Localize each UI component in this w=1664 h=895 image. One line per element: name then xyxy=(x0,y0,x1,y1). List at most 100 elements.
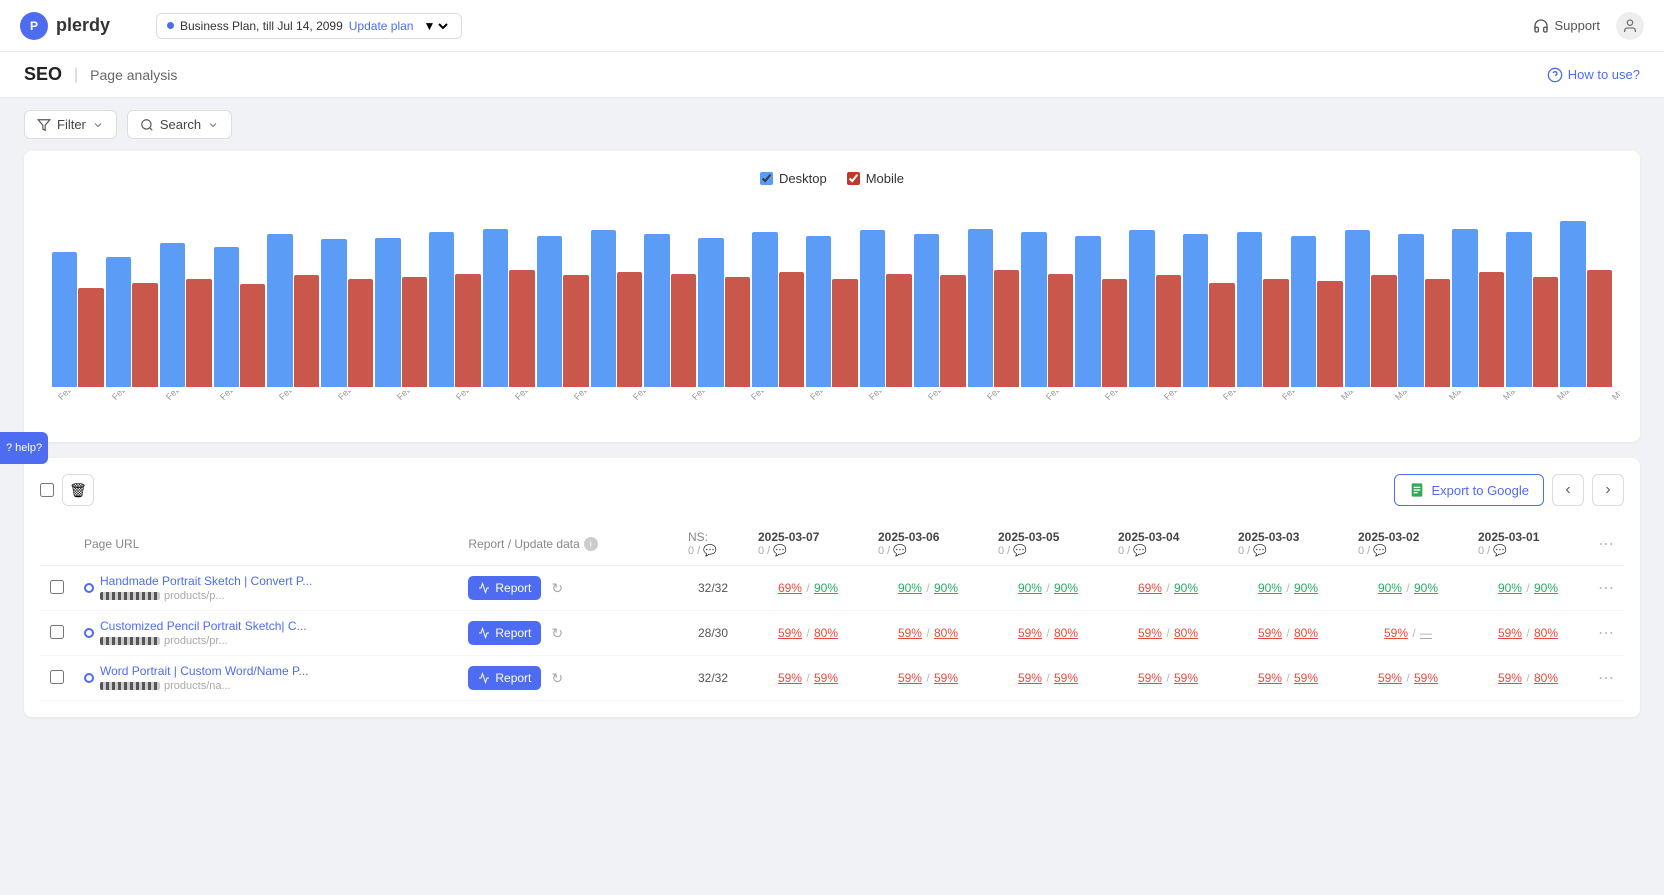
update-plan-link[interactable]: Update plan xyxy=(349,19,414,33)
mobile-score-2-3[interactable]: 59% xyxy=(1174,671,1198,685)
mobile-score-2-4[interactable]: 59% xyxy=(1294,671,1318,685)
th-date-1: 2025-03-06 0 / 💬 xyxy=(868,522,988,566)
bar-mobile-26 xyxy=(1479,272,1504,387)
more-options-icon[interactable]: ⋯ xyxy=(1598,536,1614,553)
mobile-score-0-5[interactable]: 90% xyxy=(1414,581,1438,595)
search-button[interactable]: Search xyxy=(127,110,232,139)
mobile-score-0-1[interactable]: 90% xyxy=(934,581,958,595)
slash-2-3: / xyxy=(1166,671,1173,685)
plan-select[interactable]: ▼ xyxy=(419,18,451,34)
desktop-score-0-4[interactable]: 90% xyxy=(1258,581,1282,595)
bar-group-21 xyxy=(1183,234,1235,387)
bar-desktop-13 xyxy=(752,232,777,387)
desktop-score-2-0[interactable]: 59% xyxy=(778,671,802,685)
row-checkbox-1[interactable] xyxy=(50,625,64,639)
desktop-score-2-2[interactable]: 59% xyxy=(1018,671,1042,685)
desktop-score-1-5[interactable]: 59% xyxy=(1384,626,1408,640)
help-button[interactable]: ? help? xyxy=(0,432,48,464)
select-all-checkbox[interactable] xyxy=(40,483,54,497)
mobile-score-2-6[interactable]: 80% xyxy=(1534,671,1558,685)
mobile-score-0-4[interactable]: 90% xyxy=(1294,581,1318,595)
row-more-2[interactable]: ⋯ xyxy=(1598,670,1614,687)
mobile-score-1-2[interactable]: 80% xyxy=(1054,626,1078,640)
row-checkbox-0[interactable] xyxy=(50,580,64,594)
desktop-score-0-0[interactable]: 69% xyxy=(778,581,802,595)
filter-button[interactable]: Filter xyxy=(24,110,117,139)
url-path-2: products/na... xyxy=(164,680,231,692)
th-date-4: 2025-03-03 0 / 💬 xyxy=(1228,522,1348,566)
desktop-score-0-5[interactable]: 90% xyxy=(1378,581,1402,595)
mobile-score-0-2[interactable]: 90% xyxy=(1054,581,1078,595)
row-more-1[interactable]: ⋯ xyxy=(1598,625,1614,642)
table-row: Customized Pencil Portrait Sketch| C... … xyxy=(40,611,1624,656)
desktop-checkbox[interactable] xyxy=(760,172,773,185)
chart-card: Desktop Mobile Feb 7, 2025Feb 8, 2025Feb… xyxy=(24,151,1640,442)
desktop-score-2-3[interactable]: 59% xyxy=(1138,671,1162,685)
url-link-2[interactable]: Word Portrait | Custom Word/Name P... xyxy=(100,664,309,678)
mobile-score-1-6[interactable]: 80% xyxy=(1534,626,1558,640)
desktop-score-0-3[interactable]: 69% xyxy=(1138,581,1162,595)
export-google-button[interactable]: Export to Google xyxy=(1394,474,1544,506)
url-link-1[interactable]: Customized Pencil Portrait Sketch| C... xyxy=(100,619,307,633)
refresh-button-2[interactable]: ↻ xyxy=(547,668,567,689)
next-page-button[interactable] xyxy=(1592,474,1624,506)
bar-group-0 xyxy=(52,252,104,387)
mobile-score-0-3[interactable]: 90% xyxy=(1174,581,1198,595)
desktop-score-1-2[interactable]: 59% xyxy=(1018,626,1042,640)
table-toolbar-right: Export to Google xyxy=(1394,474,1624,506)
desktop-score-2-4[interactable]: 59% xyxy=(1258,671,1282,685)
mobile-score-1-5[interactable]: — xyxy=(1420,626,1432,640)
date-0-label: 2025-03-07 xyxy=(758,530,858,544)
bar-mobile-7 xyxy=(455,274,480,387)
score-cell-2-4: 59% / 59% xyxy=(1228,656,1348,701)
bar-desktop-9 xyxy=(537,236,562,387)
desktop-score-1-0[interactable]: 59% xyxy=(778,626,802,640)
bar-desktop-6 xyxy=(375,238,400,387)
bar-group-3 xyxy=(214,247,266,387)
refresh-button-0[interactable]: ↻ xyxy=(547,578,567,599)
mobile-score-2-0[interactable]: 59% xyxy=(814,671,838,685)
th-more: ⋯ xyxy=(1588,522,1624,566)
mobile-score-0-6[interactable]: 90% xyxy=(1534,581,1558,595)
url-link-0[interactable]: Handmade Portrait Sketch | Convert P... xyxy=(100,574,312,588)
desktop-score-2-6[interactable]: 59% xyxy=(1498,671,1522,685)
how-to-use-button[interactable]: How to use? xyxy=(1547,67,1640,83)
mobile-score-0-0[interactable]: 90% xyxy=(814,581,838,595)
desktop-score-1-6[interactable]: 59% xyxy=(1498,626,1522,640)
mobile-score-1-0[interactable]: 80% xyxy=(814,626,838,640)
search-icon xyxy=(140,118,154,132)
bar-desktop-26 xyxy=(1452,229,1477,387)
mobile-score-2-2[interactable]: 59% xyxy=(1054,671,1078,685)
refresh-button-1[interactable]: ↻ xyxy=(547,623,567,644)
desktop-score-1-4[interactable]: 59% xyxy=(1258,626,1282,640)
mobile-score-1-1[interactable]: 80% xyxy=(934,626,958,640)
delete-button[interactable]: 🗑 xyxy=(62,474,94,506)
support-button[interactable]: Support xyxy=(1533,18,1600,34)
prev-page-button[interactable] xyxy=(1552,474,1584,506)
row-checkbox-2[interactable] xyxy=(50,670,64,684)
info-icon[interactable]: i xyxy=(584,537,598,551)
mobile-checkbox[interactable] xyxy=(847,172,860,185)
user-avatar[interactable] xyxy=(1616,12,1644,40)
mobile-score-2-5[interactable]: 59% xyxy=(1414,671,1438,685)
score-cell-1-3: 59% / 80% xyxy=(1108,611,1228,656)
mobile-score-2-1[interactable]: 59% xyxy=(934,671,958,685)
desktop-score-0-6[interactable]: 90% xyxy=(1498,581,1522,595)
desktop-score-2-1[interactable]: 59% xyxy=(898,671,922,685)
chart-legend: Desktop Mobile xyxy=(44,171,1620,186)
desktop-score-2-5[interactable]: 59% xyxy=(1378,671,1402,685)
desktop-score-0-1[interactable]: 90% xyxy=(898,581,922,595)
report-button-2[interactable]: Report xyxy=(468,666,541,690)
desktop-score-0-2[interactable]: 90% xyxy=(1018,581,1042,595)
mobile-score-1-4[interactable]: 80% xyxy=(1294,626,1318,640)
desktop-score-1-1[interactable]: 59% xyxy=(898,626,922,640)
date-3-label: 2025-03-04 xyxy=(1118,530,1218,544)
how-to-use-label: How to use? xyxy=(1568,67,1640,82)
mobile-label: Mobile xyxy=(866,171,904,186)
report-button-0[interactable]: Report xyxy=(468,576,541,600)
bar-mobile-24 xyxy=(1371,275,1396,387)
report-button-1[interactable]: Report xyxy=(468,621,541,645)
mobile-score-1-3[interactable]: 80% xyxy=(1174,626,1198,640)
row-more-0[interactable]: ⋯ xyxy=(1598,580,1614,597)
desktop-score-1-3[interactable]: 59% xyxy=(1138,626,1162,640)
